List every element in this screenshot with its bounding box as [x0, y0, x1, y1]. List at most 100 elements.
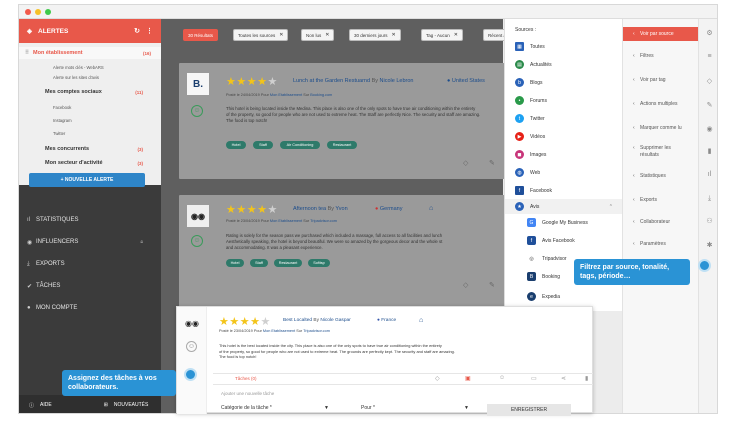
tag-icon[interactable]: ◇: [699, 77, 717, 85]
mention-card[interactable]: B. ☺ ★★★★★ Lunch at the Garden Restuarnd…: [179, 63, 509, 179]
source-filter-icon[interactable]: ⚙: [699, 29, 717, 37]
hotspot-indicator[interactable]: [184, 368, 197, 381]
results-count-chip[interactable]: 30 Résultats: [183, 29, 219, 41]
minimize-window-dot[interactable]: [35, 9, 41, 15]
menu-actions-multiples[interactable]: ‹ Actions multiples: [623, 101, 699, 108]
chevron-up-icon[interactable]: ⌃: [609, 204, 613, 210]
task-count-label[interactable]: Tâches (0): [235, 376, 257, 381]
alert-group-social[interactable]: Mes comptes sociaux (11): [19, 86, 161, 98]
tag-outline-icon[interactable]: ◇: [463, 281, 468, 289]
tag-outline-icon[interactable]: ◇: [435, 375, 440, 382]
drag-handle-icon[interactable]: ⠿: [25, 50, 29, 56]
task-assignee-select[interactable]: Pour * ▼: [361, 405, 469, 411]
edit-icon[interactable]: ✎: [489, 281, 495, 289]
filter-chip-unread[interactable]: Non lus ✕: [301, 29, 335, 41]
menu-marquer-lu[interactable]: ‹ Marquer comme lu: [623, 125, 699, 132]
filter-chip-period[interactable]: 30 derniers jours ✕: [349, 29, 401, 41]
bar-chart-icon[interactable]: ıl: [699, 171, 717, 178]
nav-taches[interactable]: ✔ TÂCHES: [19, 279, 161, 293]
source-twitter[interactable]: t Twitter: [505, 111, 623, 126]
alert-group-secteur[interactable]: Mon secteur d'activité (3): [19, 157, 161, 169]
eye-icon[interactable]: ◉: [699, 125, 717, 133]
close-icon[interactable]: ✕: [279, 32, 283, 38]
trash-icon[interactable]: ▮: [699, 147, 717, 155]
tag-staff[interactable]: Staff: [253, 141, 273, 149]
filter-chip-sources[interactable]: Toutes les sources ✕: [233, 29, 289, 41]
mention-title[interactable]: Afternoon tea By Yvon: [293, 206, 348, 212]
source-toutes[interactable]: ▦ Toutes: [505, 39, 623, 54]
nav-exports[interactable]: ⤓ EXPORTS: [19, 257, 161, 271]
source-images[interactable]: ◼ Images: [505, 147, 623, 162]
alert-item-facebook[interactable]: Facebook: [19, 103, 161, 112]
task-category-select[interactable]: Catégorie de la tâche * ▼: [221, 405, 329, 411]
tag-restaurant[interactable]: Restaurant: [274, 259, 302, 267]
alert-item-twitter[interactable]: Twitter: [19, 129, 161, 138]
alert-item-avis[interactable]: Alerte sur les sites d'avis: [19, 73, 161, 82]
sentiment-icon[interactable]: ☺: [499, 375, 505, 381]
nav-mon-compte[interactable]: ● MON COMPTE: [19, 301, 161, 315]
download-icon[interactable]: ⤓: [699, 195, 717, 203]
menu-exports[interactable]: ‹ Exports: [623, 197, 699, 204]
source-expedia[interactable]: e Expedia: [505, 289, 623, 304]
smiley-icon[interactable]: ☺: [191, 105, 203, 117]
menu-filtres[interactable]: ‹ Filtres: [623, 53, 699, 60]
users-icon[interactable]: ⚇: [699, 217, 717, 225]
tag-air-conditioning[interactable]: Air Conditioning: [280, 141, 320, 149]
menu-collaborateur[interactable]: ‹ Collaborateur: [623, 219, 699, 226]
share-icon[interactable]: ⋖: [561, 375, 566, 382]
tag-sofitsp[interactable]: Sofitsp: [308, 259, 330, 267]
smiley-icon[interactable]: ☺: [186, 341, 197, 352]
source-forums[interactable]: • Forums: [505, 93, 623, 108]
close-icon[interactable]: ✕: [392, 32, 396, 38]
task-icon[interactable]: ▣: [465, 375, 471, 382]
tag-restaurant[interactable]: Restaurant: [327, 141, 357, 149]
more-vertical-icon[interactable]: ⋮: [146, 27, 153, 35]
tag-staff[interactable]: Staff: [250, 259, 268, 267]
nav-statistiques[interactable]: ıl STATISTIQUES: [19, 213, 161, 227]
new-task-placeholder[interactable]: Ajouter une nouvelle tâche: [221, 391, 274, 396]
close-icon[interactable]: ✕: [454, 32, 458, 38]
source-avis-facebook[interactable]: f Avis Facebook: [505, 233, 623, 248]
menu-voir-par-source[interactable]: ‹ Voir par source: [623, 27, 699, 41]
filter-icon[interactable]: ≡: [699, 53, 717, 60]
alert-group-etablissement[interactable]: ⠿ Mon établissement (16): [19, 47, 161, 59]
nav-influencers[interactable]: ◉ INFLUENCERS 🔒︎: [19, 235, 161, 249]
alerts-header[interactable]: ◈ ALERTES ↻ ⋮: [19, 19, 161, 43]
tag-hotel[interactable]: Hotel: [226, 141, 246, 149]
alert-group-concurrents[interactable]: Mes concurrents (3): [19, 143, 161, 155]
source-web[interactable]: ◍ Web: [505, 165, 623, 180]
filter-chip-tag[interactable]: Tag - Aucun ✕: [421, 29, 463, 41]
edit-icon[interactable]: ✎: [489, 159, 495, 167]
news-link[interactable]: NOUVEAUTÉS: [114, 402, 148, 408]
alert-item-instagram[interactable]: Instagram: [19, 116, 161, 125]
expanded-mention-card[interactable]: ◉◉ ☺ ★★★★★ Best Localted By Nicole Gaspa…: [176, 306, 593, 416]
refresh-icon[interactable]: ↻: [134, 27, 140, 35]
source-facebook[interactable]: f Facebook: [505, 183, 623, 198]
settings-icon[interactable]: ✱: [699, 241, 717, 249]
save-task-button[interactable]: ENREGISTRER: [487, 404, 571, 416]
comment-icon[interactable]: ▭: [531, 375, 537, 382]
menu-supprimer[interactable]: ‹ Supprimer les résultats: [623, 145, 689, 158]
close-icon[interactable]: ✕: [325, 32, 329, 38]
source-blogs[interactable]: b Blogs: [505, 75, 623, 90]
hotspot-indicator[interactable]: [698, 259, 711, 272]
menu-voir-par-tag[interactable]: ‹ Voir par tag: [623, 77, 699, 84]
source-avis[interactable]: ★ Avis ⌃: [505, 199, 623, 214]
mention-card[interactable]: ◉◉ ☺ ★★★★★ Afternoon tea By Yvon ● Germa…: [179, 195, 509, 311]
menu-statistiques[interactable]: ‹ Statistiques: [623, 173, 699, 180]
gift-icon[interactable]: ⊞: [104, 402, 108, 408]
close-window-dot[interactable]: [25, 9, 31, 15]
help-icon[interactable]: ⓘ: [29, 402, 34, 409]
tag-hotel[interactable]: Hotel: [226, 259, 244, 267]
help-link[interactable]: AIDE: [40, 402, 52, 408]
trash-icon[interactable]: ▮: [585, 375, 588, 382]
mention-title[interactable]: Best Localted By Nicole Gaspar: [283, 318, 351, 323]
new-alert-button[interactable]: + NOUVELLE ALERTE: [29, 173, 145, 187]
maximize-window-dot[interactable]: [45, 9, 51, 15]
source-videos[interactable]: ▶ Vidéos: [505, 129, 623, 144]
mention-title[interactable]: Lunch at the Garden Restuarnd By Nicole …: [293, 78, 413, 84]
menu-parametres[interactable]: ‹ Paramètres: [623, 241, 699, 248]
smiley-icon[interactable]: ☺: [191, 235, 203, 247]
tag-outline-icon[interactable]: ◇: [463, 159, 468, 167]
source-google-my-business[interactable]: G Google My Business: [505, 215, 623, 230]
